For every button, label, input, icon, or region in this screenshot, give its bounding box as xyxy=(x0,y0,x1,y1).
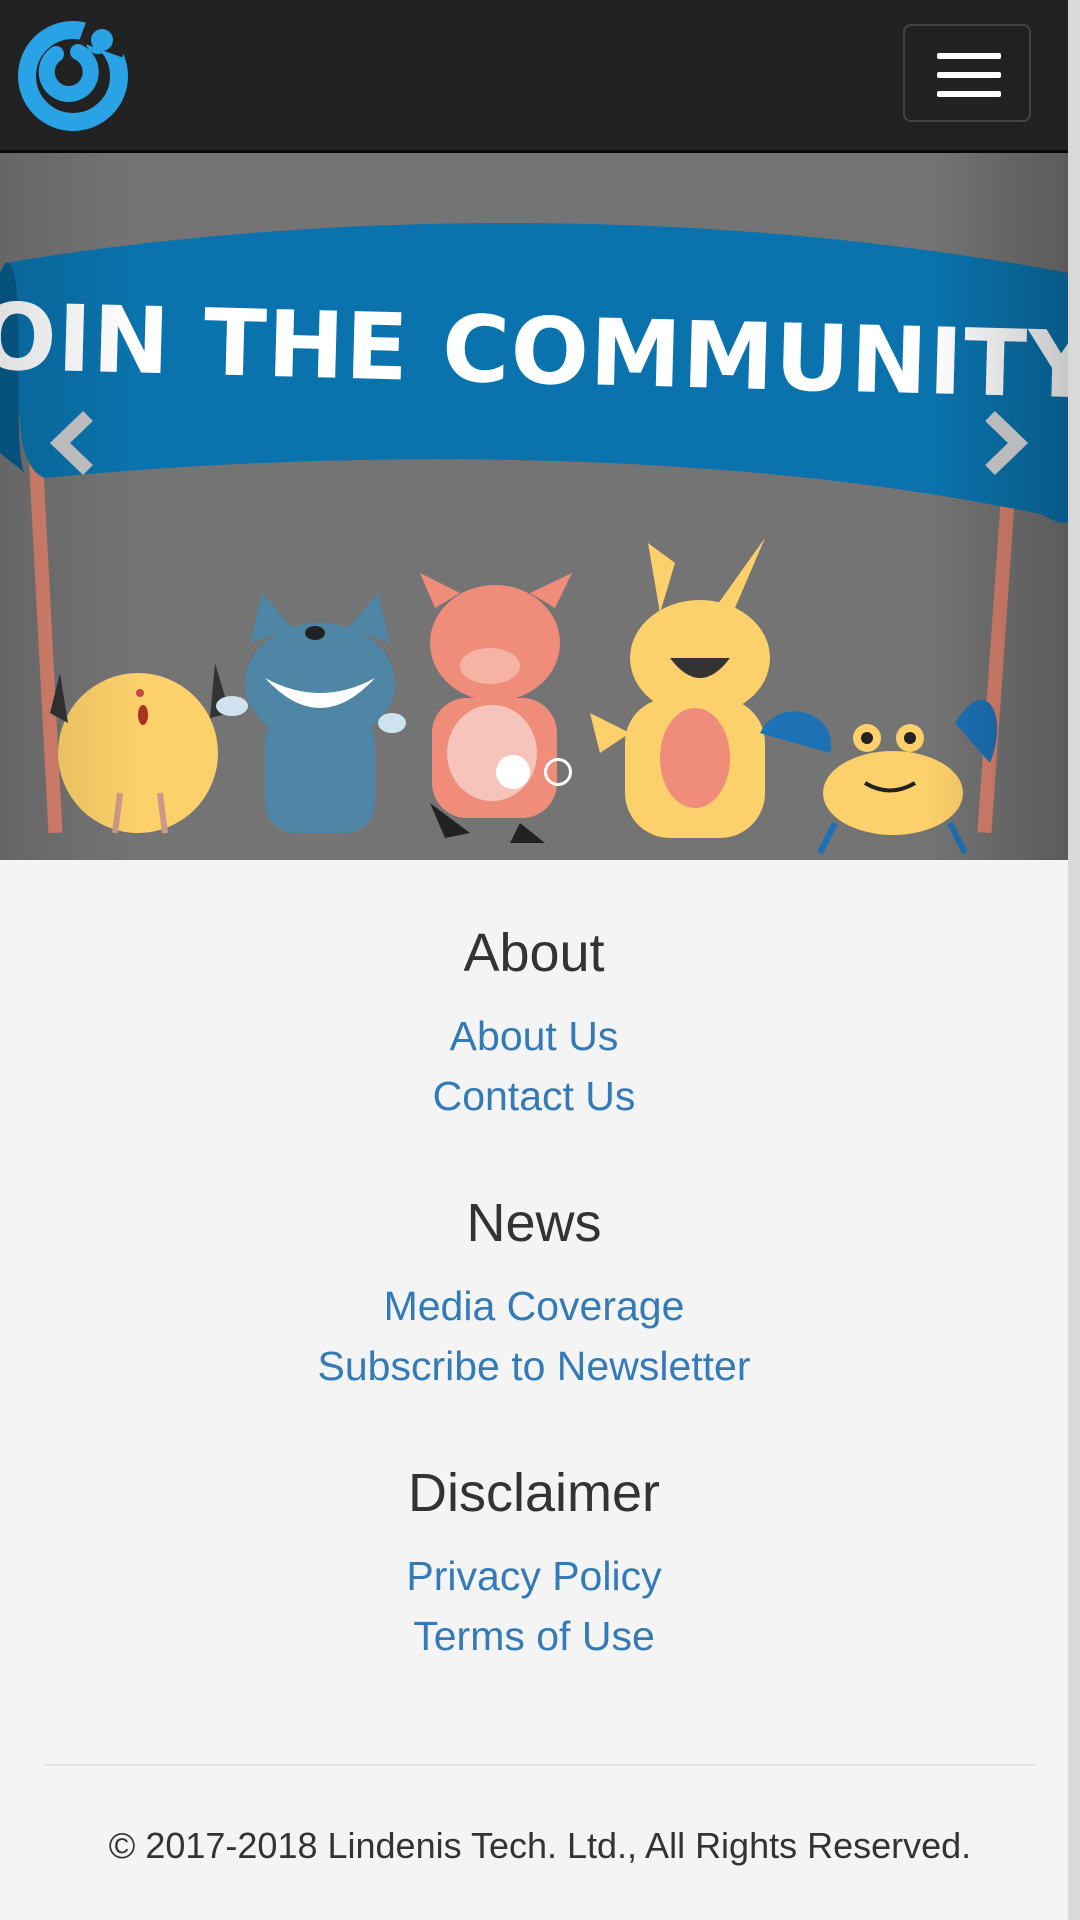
hero-carousel[interactable]: JOIN THE COMMUNITY! xyxy=(0,153,1068,860)
hamburger-bar xyxy=(937,91,1001,97)
footer-section-disclaimer: Disclaimer Privacy Policy Terms of Use xyxy=(0,1462,1068,1666)
footer-section-news: News Media Coverage Subscribe to Newslet… xyxy=(0,1192,1068,1396)
carousel-next-button[interactable] xyxy=(960,383,1050,503)
circle-logo-icon[interactable] xyxy=(16,16,132,132)
footer-divider xyxy=(45,1764,1035,1766)
chevron-right-icon xyxy=(985,410,1029,476)
about-us-link[interactable]: About Us xyxy=(0,1006,1068,1066)
privacy-policy-link[interactable]: Privacy Policy xyxy=(0,1546,1068,1606)
carousel-indicators xyxy=(0,752,1068,792)
copyright-text: © 2017-2018 Lindenis Tech. Ltd., All Rig… xyxy=(108,1825,972,1866)
section-title: About xyxy=(463,923,605,983)
hamburger-bar xyxy=(937,72,1001,78)
section-title: Disclaimer xyxy=(407,1463,661,1523)
hamburger-menu-icon xyxy=(937,53,1001,59)
chevron-left-icon xyxy=(49,410,93,476)
carousel-prev-button[interactable] xyxy=(28,383,118,503)
section-title: News xyxy=(466,1193,602,1253)
contact-us-link[interactable]: Contact Us xyxy=(0,1066,1068,1126)
terms-of-use-link[interactable]: Terms of Use xyxy=(0,1606,1068,1666)
footer-section-about: About About Us Contact Us xyxy=(0,922,1068,1126)
carousel-indicator-2[interactable] xyxy=(544,758,572,786)
carousel-indicator-1[interactable] xyxy=(496,755,530,789)
media-coverage-link[interactable]: Media Coverage xyxy=(0,1276,1068,1336)
hamburger-menu-button[interactable] xyxy=(903,24,1031,122)
subscribe-newsletter-link[interactable]: Subscribe to Newsletter xyxy=(0,1336,1068,1396)
navbar xyxy=(0,0,1068,153)
scrollbar[interactable] xyxy=(1068,0,1080,1920)
